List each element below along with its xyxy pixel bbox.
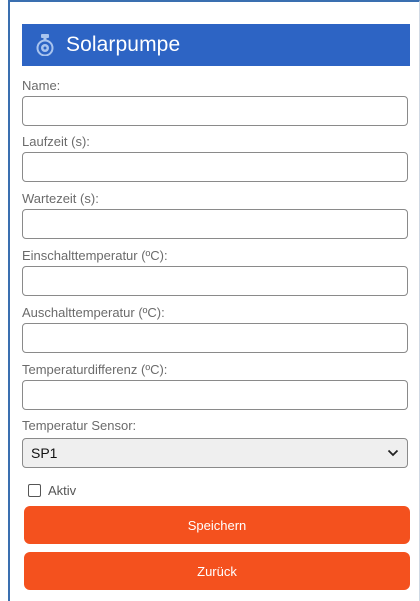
auschalttemperatur-field-group: Auschalttemperatur (ºC): <box>22 305 410 353</box>
einschalttemperatur-input[interactable] <box>22 266 408 296</box>
name-field-group: Name: <box>22 78 410 126</box>
back-button[interactable]: Zurück <box>24 552 410 590</box>
temperaturdifferenz-label: Temperaturdifferenz (ºC): <box>22 362 168 377</box>
laufzeit-input[interactable] <box>22 152 408 182</box>
pump-icon <box>36 34 54 56</box>
temperaturdifferenz-field-group: Temperaturdifferenz (ºC): <box>22 362 410 410</box>
temperaturdifferenz-input[interactable] <box>22 380 408 410</box>
wartezeit-input[interactable] <box>22 209 408 239</box>
active-label: Aktiv <box>48 483 77 498</box>
wartezeit-label: Wartezeit (s): <box>22 191 99 206</box>
auschalttemperatur-label: Auschalttemperatur (ºC): <box>22 305 165 320</box>
auschalttemperatur-input[interactable] <box>22 323 408 353</box>
einschalttemperatur-label: Einschalttemperatur (ºC): <box>22 248 168 263</box>
wartezeit-field-group: Wartezeit (s): <box>22 191 410 239</box>
panel-header: Solarpumpe <box>22 24 410 66</box>
name-input[interactable] <box>22 96 408 126</box>
panel-title: Solarpumpe <box>66 33 181 56</box>
sensor-label: Temperatur Sensor: <box>22 418 137 433</box>
sensor-selected-value: SP1 <box>31 445 58 461</box>
sensor-select[interactable]: SP1 <box>22 438 408 468</box>
chevron-down-icon <box>387 449 399 457</box>
save-button[interactable]: Speichern <box>24 506 410 544</box>
sensor-field-group: Temperatur Sensor: SP1 <box>22 418 410 468</box>
name-label: Name: <box>22 78 61 93</box>
laufzeit-label: Laufzeit (s): <box>22 134 90 149</box>
app-frame: Solarpumpe Name: Laufzeit (s): Wartezeit… <box>0 0 420 601</box>
laufzeit-field-group: Laufzeit (s): <box>22 134 410 182</box>
active-checkbox[interactable] <box>28 484 41 497</box>
active-checkbox-row[interactable]: Aktiv <box>28 483 76 498</box>
einschalttemperatur-field-group: Einschalttemperatur (ºC): <box>22 248 410 296</box>
